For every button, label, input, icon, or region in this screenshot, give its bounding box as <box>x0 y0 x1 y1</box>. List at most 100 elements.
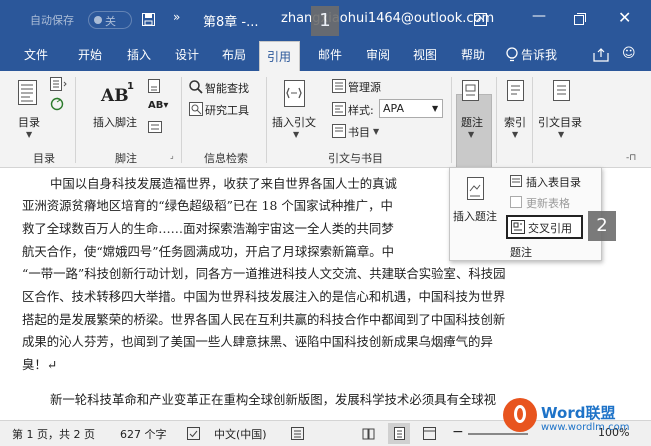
page-indicator[interactable]: 第 1 页，共 2 页 <box>12 426 95 442</box>
watermark-brand: Word联盟 <box>541 404 616 422</box>
style-label: 样式: <box>348 104 374 117</box>
bibliography-label[interactable]: 书目 <box>348 124 370 140</box>
restore-icon[interactable] <box>574 13 586 25</box>
manage-sources-label[interactable]: 管理源 <box>348 79 381 95</box>
close-icon[interactable]: ✕ <box>618 8 631 27</box>
autosave-toggle[interactable]: 关 <box>88 11 132 29</box>
toa-button[interactable]: 引文目录 <box>538 114 582 130</box>
minimize-icon[interactable]: — <box>532 8 546 24</box>
tab-home[interactable]: 开始 <box>78 46 102 63</box>
captions-pressed-chevron-icon: ▼ <box>468 130 475 139</box>
doc-line-3: 救了全球数百万人的生命……面对探索浩瀚宇宙这一全人类的共同梦 <box>22 221 394 236</box>
insert-footnote-button[interactable]: 插入脚注 <box>93 114 137 130</box>
zoom-slider[interactable] <box>468 433 528 435</box>
word-count[interactable]: 627 个字 <box>120 426 167 442</box>
style-icon <box>332 102 346 116</box>
citation-chevron-down-icon[interactable]: ▼ <box>293 130 299 139</box>
tab-file[interactable]: 文件 <box>24 46 48 63</box>
index-chevron-down-icon[interactable]: ▼ <box>512 130 518 139</box>
ribbon-tabs: 文件 开始 插入 设计 布局 邮件 审阅 视图 帮助 告诉我 ☺ <box>0 40 651 71</box>
language-indicator[interactable]: 中文(中国) <box>214 426 267 442</box>
logo-o-icon <box>514 405 526 423</box>
update-table-button: 更新表格 <box>526 197 570 210</box>
citation-style-value: APA <box>383 102 404 115</box>
watermark-url: www.wordlm.com <box>541 422 630 433</box>
proofing-icon[interactable] <box>187 427 200 440</box>
toc-group-label: 目录 <box>33 152 55 165</box>
footnote-ab-icon[interactable]: AB <box>101 86 129 106</box>
callout-1: 1 <box>311 6 339 36</box>
document-title: 第8章 -... <box>203 15 259 30</box>
update-table-disabled-icon <box>510 196 522 208</box>
tab-view[interactable]: 视图 <box>413 46 437 63</box>
footnote-group-label: 脚注 <box>115 152 137 165</box>
doc-line-4: 航天合作，使“嫦娥四号”任务圆满成功，开启了月球探索新篇章。中 <box>22 244 394 259</box>
smart-lookup-label[interactable]: 智能查找 <box>205 80 249 96</box>
insert-caption-icon[interactable] <box>467 177 487 201</box>
tab-help[interactable]: 帮助 <box>461 46 485 63</box>
doc-line-5: “一带一路”科技创新行动计划，同各方一道推进科技人文交流、共建联合实验室、科技园 <box>22 266 506 281</box>
index-icon[interactable] <box>507 80 529 104</box>
print-layout-icon[interactable] <box>393 427 406 440</box>
toa-chevron-down-icon[interactable]: ▼ <box>558 130 564 139</box>
tab-design[interactable]: 设计 <box>175 46 199 63</box>
show-notes-icon[interactable] <box>148 121 162 133</box>
research-group-label: 信息检索 <box>204 152 248 165</box>
researcher-label[interactable]: 研究工具 <box>205 102 249 118</box>
dialog-launcher-icon[interactable]: ⌟ <box>170 151 174 160</box>
ribbon-references: 目录 ▼ 目录 AB 1 插入脚注 AB▾ 脚注 ⌟ 智能查找 研究工具 信息检… <box>0 71 651 168</box>
toggle-knob <box>94 16 102 24</box>
ribbon-display-icon[interactable] <box>474 13 487 26</box>
next-footnote-icon[interactable]: AB▾ <box>148 100 168 111</box>
share-icon[interactable] <box>593 48 609 62</box>
tab-references[interactable]: 引用 <box>259 41 300 72</box>
toc-chevron-down-icon[interactable]: ▼ <box>26 130 32 139</box>
title-bar: 自动保存 关 » 第8章 -... zhangxiaohui1464@outlo… <box>0 0 651 40</box>
group-separator <box>181 77 182 163</box>
manage-sources-icon[interactable] <box>332 79 346 93</box>
doc-line-8: 成果的沁人芬芳，也闻到了美国一些人肆意抹黑、诬陷中国科技创新成果乌烟瘴气的异 <box>22 334 493 349</box>
toc-icon[interactable] <box>18 80 40 106</box>
update-table-icon[interactable] <box>50 97 64 111</box>
insert-citation-icon[interactable] <box>284 80 310 108</box>
doc-line-6: 区合作、技术转移四大举措。中国为世界科技发展注入的是信心和机遇，中国科技为世界 <box>22 289 506 304</box>
index-button[interactable]: 索引 <box>504 114 526 130</box>
insert-endnote-icon[interactable] <box>148 79 162 93</box>
bibliography-chevron-down-icon[interactable]: ▼ <box>373 127 379 136</box>
quick-access-more-icon[interactable]: » <box>173 10 180 24</box>
citation-style-select[interactable]: APA ▼ <box>379 99 443 118</box>
group-separator <box>496 77 497 163</box>
tab-review[interactable]: 审阅 <box>366 46 390 63</box>
doc-line-7: 搭起的是发展繁荣的桥梁。世界各国人民在互利共赢的科技合作中都闻到了中国科技创新 <box>22 312 506 327</box>
bibliography-icon[interactable] <box>332 124 346 138</box>
captions-pressed-label: 题注 <box>461 116 483 129</box>
toc-button-label[interactable]: 目录 <box>18 114 40 130</box>
cross-reference-icon <box>511 220 525 234</box>
tell-me-search[interactable]: 告诉我 <box>521 46 557 63</box>
add-text-icon[interactable] <box>50 77 68 91</box>
doc-line-9: 臭！↵ <box>22 357 58 372</box>
tab-insert[interactable]: 插入 <box>127 46 151 63</box>
zoom-out-icon[interactable]: − <box>452 424 464 440</box>
cross-reference-button[interactable]: 交叉引用 <box>506 215 583 239</box>
table-of-authorities-icon[interactable] <box>553 80 575 104</box>
insert-citation-label[interactable]: 插入引文 <box>272 114 316 130</box>
insert-tof-icon[interactable] <box>510 175 522 187</box>
insert-caption-button[interactable]: 插入题注 <box>453 208 497 224</box>
wordlm-logo-icon <box>503 398 537 432</box>
read-mode-icon[interactable] <box>362 427 375 440</box>
autosave-state: 关 <box>105 15 116 28</box>
group-separator <box>266 77 267 163</box>
caption-icon-pressed <box>462 80 479 101</box>
group-separator <box>75 77 76 163</box>
save-icon[interactable] <box>142 13 155 26</box>
tab-mailings[interactable]: 邮件 <box>318 46 342 63</box>
pin-ribbon-icon[interactable]: -⊓ <box>626 153 636 163</box>
smart-lookup-icon[interactable] <box>189 80 203 94</box>
macro-record-icon[interactable] <box>291 427 304 440</box>
tab-layout[interactable]: 布局 <box>222 46 246 63</box>
researcher-icon[interactable] <box>189 102 203 116</box>
web-layout-icon[interactable] <box>423 427 436 440</box>
comments-icon[interactable]: ☺ <box>622 46 636 61</box>
insert-tof-button[interactable]: 插入表目录 <box>526 174 581 190</box>
